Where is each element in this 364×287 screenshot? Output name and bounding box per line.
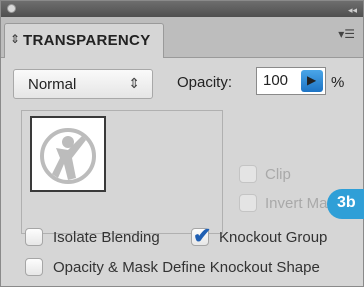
invert-mask-checkbox[interactable] bbox=[239, 194, 257, 212]
panel-menu-icon[interactable]: ▾☰ bbox=[338, 27, 355, 41]
right-triangle-icon: ▶ bbox=[307, 73, 317, 87]
isolate-blending-checkbox[interactable] bbox=[25, 228, 43, 246]
close-panel-button[interactable] bbox=[7, 4, 16, 13]
checkmark-icon: ✔ bbox=[193, 223, 212, 248]
tab-transparency[interactable]: ⇕ TRANSPARENCY bbox=[4, 23, 164, 58]
object-thumbnail[interactable] bbox=[30, 116, 106, 192]
isolate-blending-label: Isolate Blending bbox=[53, 229, 160, 246]
callout-badge: 3b bbox=[327, 189, 364, 219]
clip-label: Clip bbox=[265, 166, 291, 183]
transparency-panel: ◂◂ ⇕ TRANSPARENCY ▾☰ Normal ⇕ Opacity: 1… bbox=[0, 0, 364, 287]
opacity-slider-button[interactable]: ▶ bbox=[301, 70, 323, 92]
callout-label: 3b bbox=[337, 194, 356, 211]
up-down-chevron-icon: ⇕ bbox=[128, 75, 140, 91]
knockout-shape-label: Opacity & Mask Define Knockout Shape bbox=[53, 259, 320, 276]
panel-title-bar[interactable]: ◂◂ bbox=[1, 1, 363, 17]
figure-thumbnail-icon bbox=[40, 128, 96, 184]
blend-mode-value: Normal bbox=[28, 76, 77, 93]
opacity-unit: % bbox=[331, 74, 345, 91]
knockout-group-label: Knockout Group bbox=[219, 229, 328, 246]
opacity-label: Opacity: bbox=[177, 74, 233, 91]
knockout-group-checkbox[interactable]: ✔ bbox=[191, 223, 211, 248]
mask-preview-area bbox=[21, 110, 223, 234]
collapse-grip-icon[interactable]: ◂◂ bbox=[348, 5, 357, 16]
opacity-field[interactable]: 100 ▶ bbox=[256, 67, 326, 95]
knockout-shape-checkbox[interactable] bbox=[25, 258, 43, 276]
double-chevron-icon[interactable]: ⇕ bbox=[10, 32, 20, 46]
tab-title: TRANSPARENCY bbox=[23, 32, 151, 49]
opacity-value[interactable]: 100 bbox=[263, 72, 288, 89]
blend-mode-select[interactable]: Normal ⇕ bbox=[13, 69, 153, 99]
clip-checkbox[interactable] bbox=[239, 165, 257, 183]
